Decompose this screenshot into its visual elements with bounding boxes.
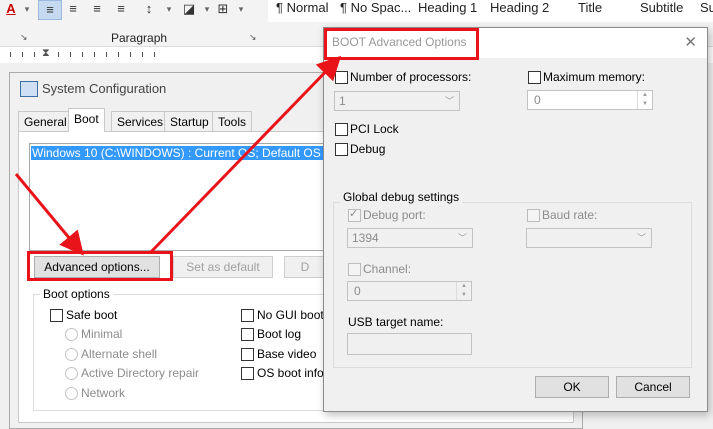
justify-icon[interactable]: ≡	[110, 0, 132, 18]
style-subtle[interactable]: Su	[700, 0, 713, 18]
system-configuration-app-icon	[20, 81, 38, 97]
channel-checkbox[interactable]	[348, 263, 361, 276]
chevron-down-icon: ﹀	[444, 96, 454, 106]
delete-button[interactable]: D	[284, 256, 326, 278]
number-of-processors-checkbox[interactable]	[335, 71, 348, 84]
pci-lock-label: PCI Lock	[350, 122, 399, 136]
cancel-button[interactable]: Cancel	[616, 376, 690, 398]
pci-lock-checkbox[interactable]	[335, 123, 348, 136]
debug-port-checkbox[interactable]	[348, 207, 361, 222]
font-color-dropdown-icon[interactable]: ▾	[16, 0, 38, 18]
maximum-memory-spinner[interactable]: 0 ▲ ▼	[527, 90, 653, 110]
style-heading-2[interactable]: Heading 2	[490, 0, 549, 18]
no-gui-boot-checkbox[interactable]	[241, 309, 254, 322]
boot-advanced-options-dialog: BOOT Advanced Options ✕ Number of proces…	[323, 27, 708, 412]
spinner-arrows-icon[interactable]: ▲ ▼	[637, 91, 652, 109]
alternate-shell-label: Alternate shell	[81, 347, 158, 361]
debug-port-select[interactable]: 1394 ﹀	[347, 228, 473, 248]
channel-spinner[interactable]: 0 ▲ ▼	[347, 281, 472, 301]
minimal-radio[interactable]	[65, 328, 78, 341]
baud-rate-checkbox[interactable]	[527, 209, 540, 222]
set-as-default-button[interactable]: Set as default	[173, 256, 273, 278]
ok-button[interactable]: OK	[535, 376, 609, 398]
chevron-down-icon: ﹀	[457, 233, 467, 243]
spinner-arrows-icon[interactable]: ▲ ▼	[456, 282, 471, 300]
line-spacing-icon[interactable]: ↕	[138, 0, 160, 18]
number-of-processors-select[interactable]: 1 ﹀	[334, 91, 460, 111]
channel-label: Channel:	[363, 262, 412, 276]
safe-boot-checkbox[interactable]	[50, 309, 63, 322]
no-gui-boot-label: No GUI boot	[257, 308, 324, 322]
tab-boot[interactable]: Boot	[68, 108, 105, 132]
number-of-processors-value: 1	[339, 94, 346, 108]
debug-port-value: 1394	[352, 231, 379, 245]
global-debug-settings-label: Global debug settings	[340, 190, 463, 204]
number-of-processors-label: Number of processors:	[350, 70, 472, 84]
style-heading-1[interactable]: Heading 1	[418, 0, 477, 18]
font-dialog-launcher-icon[interactable]: ↘	[20, 32, 28, 43]
tab-tools[interactable]: Tools	[212, 111, 253, 132]
ad-repair-label: Active Directory repair	[81, 366, 200, 380]
safe-boot-label: Safe boot	[66, 308, 118, 322]
advanced-options-highlight-box	[27, 251, 173, 281]
usb-target-name-label: USB target name:	[348, 315, 444, 329]
channel-value: 0	[354, 284, 361, 298]
base-video-label: Base video	[257, 347, 317, 361]
os-boot-info-checkbox[interactable]	[241, 367, 254, 380]
style-subtitle[interactable]: Subtitle	[640, 0, 683, 18]
debug-port-label: Debug port:	[363, 208, 426, 222]
align-center-icon[interactable]: ≡	[62, 0, 84, 18]
debug-checkbox[interactable]	[335, 143, 348, 156]
borders-dropdown-icon[interactable]: ▾	[230, 0, 252, 18]
os-list[interactable]: Windows 10 (C:\WINDOWS) : Current OS; De…	[29, 143, 341, 251]
style-normal[interactable]: ¶ Normal	[276, 0, 329, 18]
maximum-memory-value: 0	[534, 93, 541, 107]
network-label: Network	[81, 386, 126, 400]
align-left-icon[interactable]: ≡	[38, 0, 62, 20]
dialog-title-highlight-box	[324, 28, 479, 60]
maximum-memory-label: Maximum memory:	[543, 70, 646, 84]
align-right-icon[interactable]: ≡	[86, 0, 108, 18]
styles-gallery: ¶ Normal ¶ No Spac... Heading 1 Heading …	[268, 0, 713, 22]
chevron-down-icon: ﹀	[636, 233, 646, 243]
boot-log-checkbox[interactable]	[241, 328, 254, 341]
paragraph-dialog-launcher-icon[interactable]: ↘	[249, 32, 257, 43]
minimal-label: Minimal	[81, 327, 123, 341]
maximum-memory-checkbox[interactable]	[528, 71, 541, 84]
base-video-checkbox[interactable]	[241, 348, 254, 361]
os-list-item-selected[interactable]: Windows 10 (C:\WINDOWS) : Current OS; De…	[31, 146, 332, 160]
style-title[interactable]: Title	[578, 0, 602, 18]
boot-options-label: Boot options	[40, 287, 113, 301]
window-title: System Configuration	[42, 81, 167, 96]
network-radio[interactable]	[65, 387, 78, 400]
debug-label: Debug	[350, 142, 386, 156]
tab-services[interactable]: Services	[111, 111, 170, 132]
indent-marker-icon[interactable]: ⧗	[42, 47, 50, 60]
usb-target-name-input[interactable]	[347, 333, 472, 355]
line-spacing-dropdown-icon[interactable]: ▾	[158, 0, 180, 18]
alternate-shell-radio[interactable]	[65, 348, 78, 361]
close-icon[interactable]: ✕	[684, 33, 697, 51]
tab-general[interactable]: General	[18, 111, 73, 132]
baud-rate-label: Baud rate:	[542, 208, 598, 222]
ad-repair-radio[interactable]	[65, 367, 78, 380]
tab-startup[interactable]: Startup	[164, 111, 215, 132]
boot-log-label: Boot log	[257, 327, 302, 341]
paragraph-group-label: Paragraph	[111, 31, 168, 45]
style-no-spacing[interactable]: ¶ No Spac...	[340, 0, 411, 18]
baud-rate-select[interactable]: ﹀	[526, 228, 652, 248]
